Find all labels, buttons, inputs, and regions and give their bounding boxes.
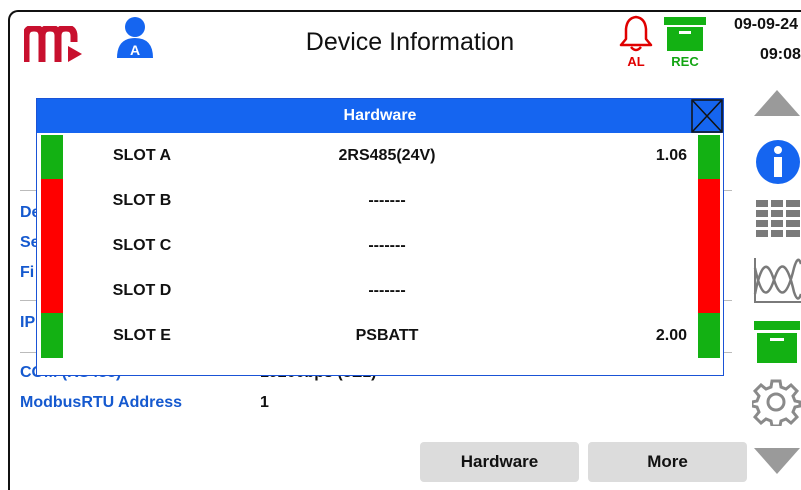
hardware-button[interactable]: Hardware xyxy=(420,442,579,482)
page-title: Device Information xyxy=(305,28,515,56)
archive-box-icon xyxy=(664,17,706,51)
slot-name: SLOT B xyxy=(112,192,172,209)
slot-a-status-right xyxy=(698,135,720,179)
alarm-label: AL xyxy=(627,54,645,69)
slot-name: SLOT E xyxy=(113,327,171,344)
slot-version: 1.06 xyxy=(655,147,687,164)
hardware-dialog: Hardware SLOT A 2RS485(24V) 1.06 SLOT B … xyxy=(36,98,724,376)
slot-module: ------- xyxy=(368,237,406,254)
user-account-button[interactable]: A xyxy=(114,16,156,60)
slot-bcd-status-left xyxy=(41,179,63,313)
slot-version: 2.00 xyxy=(655,327,687,344)
archive-icon[interactable] xyxy=(752,320,801,364)
info-value-modbus-address: 1 xyxy=(260,394,269,411)
date-display: 09-09-24 xyxy=(734,16,799,33)
settings-gear-icon[interactable] xyxy=(752,378,801,426)
scroll-down-icon[interactable] xyxy=(752,446,801,476)
info-label-modbus-address: ModbusRTU Address xyxy=(20,394,183,411)
user-level-letter: A xyxy=(129,42,141,58)
rec-label: REC xyxy=(671,54,699,69)
waveform-icon[interactable] xyxy=(752,254,801,306)
brand-logo xyxy=(24,26,82,62)
bell-icon xyxy=(619,15,653,52)
time-display: 09:08 xyxy=(760,46,801,63)
dialog-title: Hardware xyxy=(37,99,723,133)
slot-module: 2RS485(24V) xyxy=(338,147,436,164)
close-icon[interactable] xyxy=(691,99,723,133)
scroll-up-icon[interactable] xyxy=(752,86,801,118)
table-icon[interactable] xyxy=(752,198,801,242)
slot-module: ------- xyxy=(368,192,406,209)
alarm-button[interactable]: AL xyxy=(616,14,656,70)
info-label-firmware: Fi xyxy=(20,264,35,281)
recording-button[interactable]: REC xyxy=(662,16,708,72)
info-label-ip: IP xyxy=(20,314,36,331)
slot-e-status-right xyxy=(698,313,720,358)
slot-bcd-status-right xyxy=(698,179,720,313)
slot-e-status-left xyxy=(41,313,63,358)
slot-module: PSBATT xyxy=(355,327,419,344)
slot-module: ------- xyxy=(368,282,406,299)
slot-name: SLOT D xyxy=(112,282,172,299)
slot-name: SLOT C xyxy=(112,237,172,254)
slot-a-status-left xyxy=(41,135,63,179)
more-button[interactable]: More xyxy=(588,442,747,482)
info-icon[interactable] xyxy=(752,138,801,186)
slot-name: SLOT A xyxy=(112,147,172,164)
